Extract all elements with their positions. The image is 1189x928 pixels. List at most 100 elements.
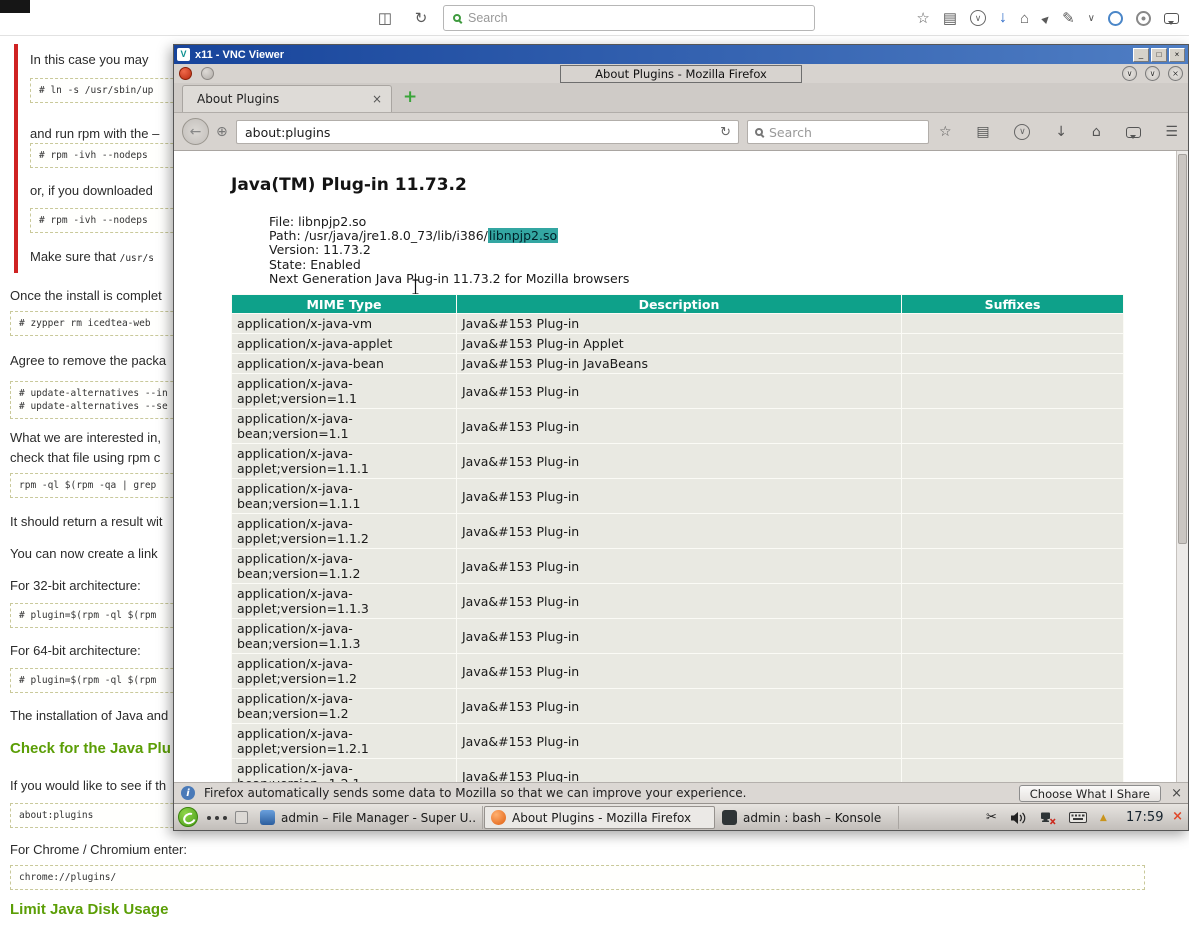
chat-icon[interactable] bbox=[1125, 126, 1141, 139]
plugin-version-line: Version: 11.73.2 bbox=[269, 242, 371, 258]
cell-suffix bbox=[901, 313, 1124, 334]
addon-icon-2[interactable] bbox=[1136, 10, 1151, 26]
cell-suffix bbox=[901, 548, 1124, 584]
cell-desc: Java&#153 Plug-in bbox=[456, 313, 902, 334]
col-header-suffixes: Suffixes bbox=[901, 294, 1124, 314]
reload-icon[interactable]: ↻ bbox=[713, 125, 738, 140]
file-manager-icon bbox=[260, 810, 275, 825]
window-close-button[interactable]: × bbox=[1168, 66, 1183, 81]
taskbar-item-label: admin : bash – Konsole bbox=[743, 810, 882, 825]
taskbar-item-konsole[interactable]: admin : bash – Konsole bbox=[716, 806, 899, 829]
table-header-row: MIME Type Description Suffixes bbox=[231, 294, 1124, 314]
pocket-icon[interactable]: ∨ bbox=[1014, 124, 1031, 140]
network-icon[interactable] bbox=[1040, 811, 1056, 825]
minimize-button[interactable]: _ bbox=[1133, 47, 1149, 62]
window-shade-button[interactable]: ∨ bbox=[1122, 66, 1137, 81]
notification-bar: i Firefox automatically sends some data … bbox=[174, 782, 1188, 803]
path-label: Path: bbox=[269, 228, 305, 244]
cell-desc: Java&#153 Plug-in bbox=[456, 373, 902, 409]
klipper-icon[interactable]: ✂ bbox=[986, 810, 997, 825]
paragraph-text: Make sure that bbox=[30, 249, 120, 264]
firefox-icon bbox=[491, 810, 506, 825]
text-cursor bbox=[412, 279, 419, 295]
tab-about-plugins[interactable]: About Plugins × bbox=[182, 85, 392, 112]
clock[interactable]: 17:59 bbox=[1126, 804, 1163, 831]
host-search-input[interactable] bbox=[468, 11, 805, 25]
bookmark-star-icon[interactable]: ☆ bbox=[916, 9, 929, 27]
show-desktop-icon[interactable] bbox=[235, 811, 248, 824]
back-button[interactable]: ← bbox=[182, 118, 209, 145]
window-maximize-button[interactable]: ∨ bbox=[1145, 66, 1160, 81]
panel-dots-icon[interactable] bbox=[207, 816, 227, 820]
addon-icon-1[interactable] bbox=[1108, 10, 1123, 26]
url-input[interactable] bbox=[245, 124, 714, 140]
plugin-state-line: State: Enabled bbox=[269, 256, 361, 272]
chat-icon[interactable] bbox=[1164, 12, 1179, 25]
reload-icon[interactable]: ↻ bbox=[408, 0, 434, 36]
bookmark-star-icon[interactable]: ☆ bbox=[939, 124, 952, 140]
new-tab-button[interactable]: + bbox=[403, 87, 417, 107]
host-toolbar-icons: ☆ ▤ ∨ ↓ ⌂ ▸ ✎ ∨ bbox=[916, 0, 1179, 36]
taskbar-item-file-manager[interactable]: admin – File Manager - Super U... bbox=[254, 806, 483, 829]
bookmarks-menu-icon[interactable]: ▤ bbox=[943, 9, 957, 27]
col-header-description: Description bbox=[456, 294, 902, 314]
panel-close-icon[interactable]: × bbox=[1172, 809, 1183, 824]
cell-desc: Java&#153 Plug-in bbox=[456, 548, 902, 584]
paragraph: Agree to remove the packa bbox=[10, 353, 167, 368]
section-heading: Check for the Java Plu bbox=[10, 740, 171, 757]
firefox-titlebar[interactable]: About Plugins - Mozilla Firefox ∨ ∨ × bbox=[174, 64, 1188, 83]
sidebar-toggle-icon[interactable]: ◫ bbox=[372, 0, 398, 36]
col-header-mime-type: MIME Type bbox=[231, 294, 457, 314]
notification-close-icon[interactable]: × bbox=[1171, 786, 1182, 801]
download-icon[interactable]: ↓ bbox=[999, 9, 1007, 27]
host-search-bar[interactable] bbox=[443, 5, 815, 31]
section-heading: Limit Java Disk Usage bbox=[10, 901, 169, 918]
vnc-options-icon[interactable] bbox=[201, 67, 214, 80]
firefox-window-title: About Plugins - Mozilla Firefox bbox=[560, 64, 802, 83]
search-icon bbox=[453, 14, 461, 22]
host-browser-toolbar: ◫ ↻ ☆ ▤ ∨ ↓ ⌂ ▸ ✎ ∨ bbox=[0, 0, 1189, 36]
taskbar-item-firefox[interactable]: About Plugins - Mozilla Firefox bbox=[484, 806, 715, 829]
application-launcher-icon[interactable] bbox=[178, 807, 198, 827]
choose-what-i-share-button[interactable]: Choose What I Share bbox=[1018, 785, 1161, 802]
table-row: application/x-java-bean;version=1.1.3 Jav… bbox=[231, 618, 1124, 654]
notification-text: Firefox automatically sends some data to… bbox=[204, 786, 747, 800]
send-tab-icon[interactable]: ▸ bbox=[1037, 10, 1054, 27]
scrollbar-thumb[interactable] bbox=[1178, 154, 1187, 544]
tray-expand-icon[interactable]: ▲ bbox=[1100, 813, 1107, 823]
edit-icon[interactable]: ✎ bbox=[1062, 9, 1075, 27]
taskbar-item-label: admin – File Manager - Super U... bbox=[281, 810, 476, 825]
tab-close-icon[interactable]: × bbox=[372, 92, 382, 106]
volume-icon[interactable] bbox=[1010, 811, 1027, 825]
search-bar[interactable] bbox=[747, 120, 929, 144]
navbar-icons: ☆ ▤ ∨ ↓ ⌂ ☰ bbox=[939, 113, 1178, 151]
table-row: application/x-java-bean;version=1.2.1Jav… bbox=[231, 758, 1124, 782]
vnc-status-icon[interactable] bbox=[179, 67, 192, 80]
pocket-icon[interactable]: ∨ bbox=[970, 10, 986, 26]
vnc-titlebar[interactable]: V x11 - VNC Viewer _ □ × bbox=[174, 45, 1188, 64]
cell-mime: application/x-java-applet;version=1.1.3 bbox=[231, 583, 457, 619]
bookmarks-menu-icon[interactable]: ▤ bbox=[976, 124, 989, 140]
table-row: application/x-java-applet;version=1.1.1 J… bbox=[231, 443, 1124, 479]
table-row: application/x-java-applet;version=1.1.2 J… bbox=[231, 513, 1124, 549]
download-icon[interactable]: ↓ bbox=[1055, 124, 1067, 140]
page-content: Java(TM) Plug-in 11.73.2 File: libnpjp2.… bbox=[174, 151, 1188, 782]
pocket-chevron-icon: ∨ bbox=[974, 12, 982, 23]
maximize-button[interactable]: □ bbox=[1151, 47, 1167, 62]
plugins-mime-table: MIME Type Description Suffixes applicati… bbox=[231, 294, 1124, 782]
cell-suffix bbox=[901, 443, 1124, 479]
menu-icon[interactable]: ☰ bbox=[1165, 124, 1178, 140]
vnc-logo-icon: V bbox=[177, 48, 190, 61]
search-input[interactable] bbox=[769, 124, 921, 140]
vertical-scrollbar[interactable] bbox=[1176, 151, 1188, 782]
overflow-caret-icon[interactable]: ∨ bbox=[1088, 13, 1095, 24]
close-button[interactable]: × bbox=[1169, 47, 1185, 62]
plugin-heading: Java(TM) Plug-in 11.73.2 bbox=[231, 175, 467, 195]
system-tray: ✂ ▲ bbox=[986, 804, 1107, 831]
home-icon[interactable]: ⌂ bbox=[1020, 10, 1029, 27]
keyboard-icon[interactable] bbox=[1068, 812, 1087, 823]
cell-desc: Java&#153 Plug-in bbox=[456, 688, 902, 724]
plugin-details: File: libnpjp2.so Path: /usr/java/jre1.8… bbox=[269, 214, 629, 286]
home-icon[interactable]: ⌂ bbox=[1092, 124, 1101, 140]
url-bar[interactable]: ↻ bbox=[236, 120, 739, 144]
